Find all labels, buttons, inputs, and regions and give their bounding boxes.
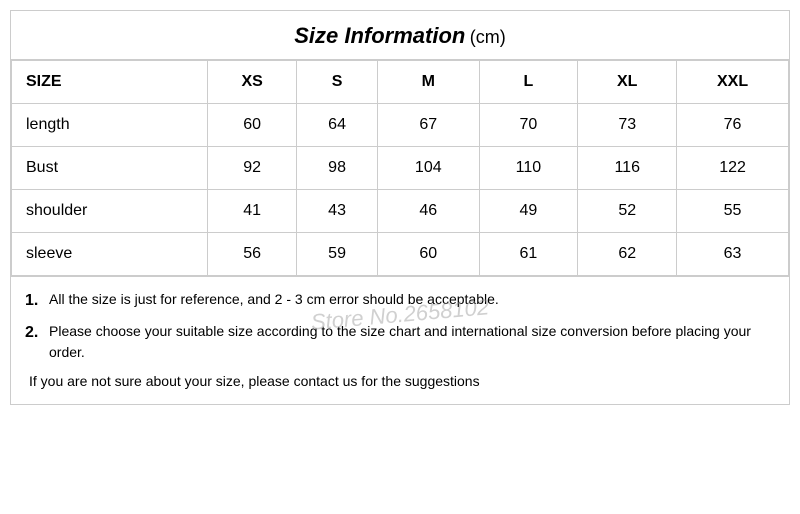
table-cell: 52 <box>578 190 677 233</box>
note-num-2: 2. <box>25 321 43 345</box>
size-info-container: Size Information (cm) Store No.2658102 S… <box>10 10 790 405</box>
table-cell: 56 <box>208 233 297 276</box>
row-label-shoulder: shoulder <box>12 190 208 233</box>
table-cell: 64 <box>297 104 378 147</box>
table-cell: 41 <box>208 190 297 233</box>
table-cell: 63 <box>677 233 789 276</box>
table-row: shoulder414346495255 <box>12 190 789 233</box>
table-row: length606467707376 <box>12 104 789 147</box>
table-cell: 76 <box>677 104 789 147</box>
col-header-xs: XS <box>208 61 297 104</box>
note-num-1: 1. <box>25 289 43 313</box>
size-table: SIZEXSSMLXLXXLlength606467707376Bust9298… <box>11 60 789 276</box>
col-header-s: S <box>297 61 378 104</box>
note-item-1: 1. All the size is just for reference, an… <box>25 289 775 313</box>
col-header-xl: XL <box>578 61 677 104</box>
table-wrapper: Store No.2658102 SIZEXSSMLXLXXLlength606… <box>11 60 789 276</box>
table-cell: 122 <box>677 147 789 190</box>
table-cell: 116 <box>578 147 677 190</box>
col-header-m: M <box>378 61 480 104</box>
table-row: sleeve565960616263 <box>12 233 789 276</box>
title-unit: (cm) <box>470 27 506 47</box>
title-main: Size Information <box>294 23 465 48</box>
table-cell: 49 <box>479 190 578 233</box>
table-cell: 60 <box>208 104 297 147</box>
col-header-size: SIZE <box>12 61 208 104</box>
title-row: Size Information (cm) <box>11 11 789 60</box>
row-label-length: length <box>12 104 208 147</box>
table-cell: 59 <box>297 233 378 276</box>
col-header-xxl: XXL <box>677 61 789 104</box>
table-cell: 55 <box>677 190 789 233</box>
table-cell: 104 <box>378 147 480 190</box>
table-cell: 110 <box>479 147 578 190</box>
note-text-2: Please choose your suitable size accordi… <box>49 321 775 363</box>
table-cell: 98 <box>297 147 378 190</box>
table-cell: 46 <box>378 190 480 233</box>
note-text-1: All the size is just for reference, and … <box>49 289 499 310</box>
table-cell: 62 <box>578 233 677 276</box>
notes-section: 1. All the size is just for reference, an… <box>11 276 789 404</box>
table-cell: 67 <box>378 104 480 147</box>
table-cell: 73 <box>578 104 677 147</box>
table-cell: 60 <box>378 233 480 276</box>
extra-note: If you are not sure about your size, ple… <box>25 371 775 392</box>
table-cell: 70 <box>479 104 578 147</box>
table-cell: 92 <box>208 147 297 190</box>
col-header-l: L <box>479 61 578 104</box>
note-item-2: 2.Please choose your suitable size accor… <box>25 321 775 363</box>
table-cell: 43 <box>297 190 378 233</box>
table-row: Bust9298104110116122 <box>12 147 789 190</box>
row-label-bust: Bust <box>12 147 208 190</box>
table-cell: 61 <box>479 233 578 276</box>
row-label-sleeve: sleeve <box>12 233 208 276</box>
